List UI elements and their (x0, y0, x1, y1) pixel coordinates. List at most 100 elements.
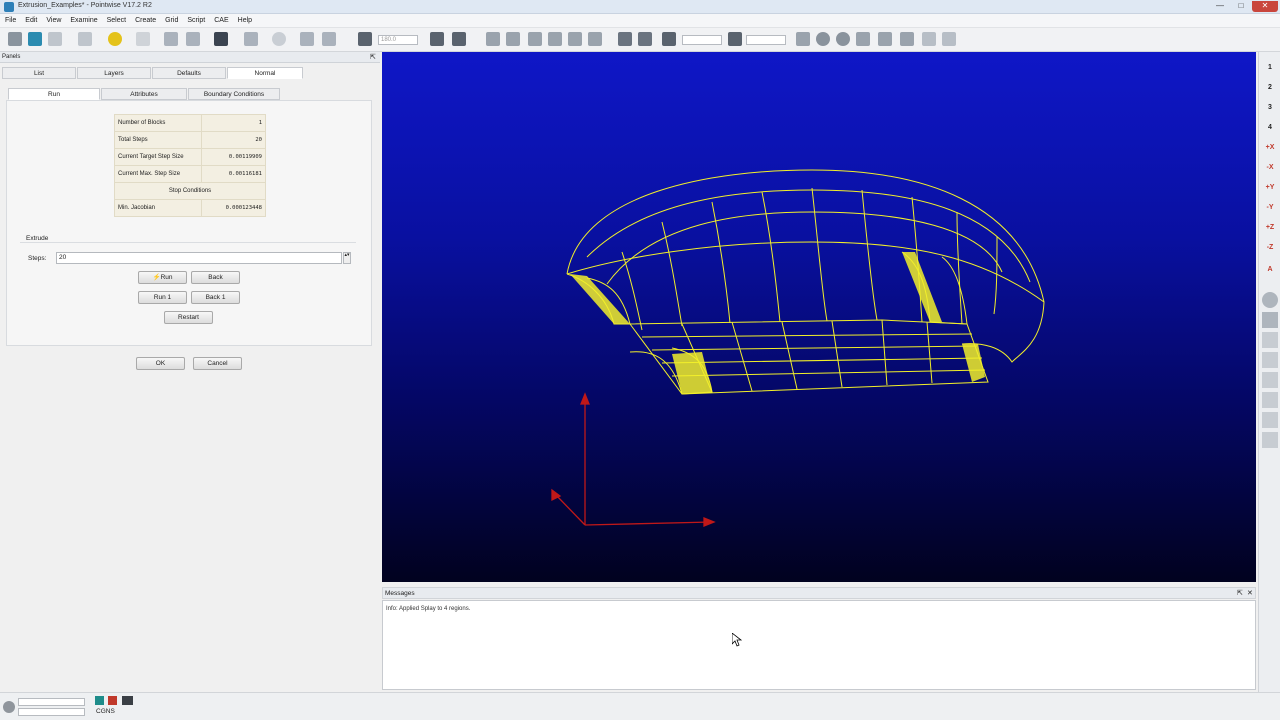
tool-icon-5[interactable] (878, 32, 892, 46)
stat-value: 0.00119909 (201, 148, 266, 166)
view-3-icon[interactable]: 3 (1262, 100, 1278, 116)
select-icon[interactable] (164, 32, 178, 46)
ok-button[interactable]: OK (136, 357, 185, 370)
pen-icon-2[interactable] (728, 32, 742, 46)
frame-icon[interactable] (358, 32, 372, 46)
menu-script[interactable]: Script (187, 17, 205, 24)
close-messages-icon[interactable]: ✕ (1247, 589, 1253, 597)
block-view-icon[interactable] (1262, 312, 1278, 328)
menu-file[interactable]: File (5, 17, 16, 24)
messages-panel[interactable]: Info: Applied Splay to 4 regions. (382, 600, 1256, 690)
view-plus-y-icon[interactable]: +Y (1262, 180, 1278, 196)
block-icon-2[interactable] (638, 32, 652, 46)
menu-help[interactable]: Help (238, 17, 252, 24)
sphere-icon[interactable] (272, 32, 286, 46)
diag-icon-3[interactable] (528, 32, 542, 46)
view-all-icon[interactable]: A (1262, 262, 1278, 278)
steps-label: Steps: (28, 255, 47, 262)
menu-create[interactable]: Create (135, 17, 156, 24)
block-icon-1[interactable] (618, 32, 632, 46)
shade-icon[interactable] (1262, 292, 1278, 308)
float-icon[interactable]: ⇱ (1237, 589, 1243, 597)
open-icon[interactable] (28, 32, 42, 46)
redo-icon[interactable] (78, 32, 92, 46)
stat-label: Number of Blocks (114, 114, 202, 132)
tab-run[interactable]: Run (8, 88, 100, 100)
solver-icon[interactable] (95, 696, 104, 705)
view-plus-z-icon[interactable]: +Z (1262, 220, 1278, 236)
tool-icon-2[interactable] (816, 32, 830, 46)
tab-boundary-conditions[interactable]: Boundary Conditions (188, 88, 280, 100)
menu-view[interactable]: View (46, 17, 61, 24)
cancel-button[interactable]: Cancel (193, 357, 242, 370)
steps-spinner[interactable]: ▴▾ (343, 252, 351, 264)
spacing-field[interactable] (682, 35, 722, 45)
steps-input[interactable]: 20 (56, 252, 342, 264)
stop-conditions-label[interactable]: Stop Conditions (114, 182, 266, 200)
console-icon[interactable] (122, 696, 133, 705)
menu-select[interactable]: Select (107, 17, 126, 24)
light-icon[interactable] (136, 32, 150, 46)
view-2-icon[interactable]: 2 (1262, 80, 1278, 96)
menu-cae[interactable]: CAE (214, 17, 228, 24)
mask-icon[interactable] (186, 32, 200, 46)
tool-icon-3[interactable] (836, 32, 850, 46)
rotate-view-icon[interactable] (1262, 392, 1278, 408)
view-minus-z-icon[interactable]: -Z (1262, 240, 1278, 256)
help-icon[interactable] (108, 32, 122, 46)
tool-icon-1[interactable] (796, 32, 810, 46)
diag-icon-4[interactable] (548, 32, 562, 46)
view-minus-x-icon[interactable]: -X (1262, 160, 1278, 176)
view-1-icon[interactable]: 1 (1262, 60, 1278, 76)
grid-icon[interactable] (300, 32, 314, 46)
tool-icon-6[interactable] (900, 32, 914, 46)
tool-icon-4[interactable] (856, 32, 870, 46)
view-icon[interactable] (322, 32, 336, 46)
diag-icon-1[interactable] (486, 32, 500, 46)
tab-defaults[interactable]: Defaults (152, 67, 226, 79)
diag-icon-6[interactable] (588, 32, 602, 46)
minimize-button[interactable]: — (1210, 1, 1230, 12)
main-toolbar: 180.0 (0, 28, 1280, 52)
back-1-button[interactable]: Back 1 (191, 291, 240, 304)
table-row: Total Steps 20 (114, 131, 266, 149)
undo-icon[interactable] (48, 32, 62, 46)
menu-edit[interactable]: Edit (25, 17, 37, 24)
view-plus-x-icon[interactable]: +X (1262, 140, 1278, 156)
diag-icon-5[interactable] (568, 32, 582, 46)
curve-icon[interactable] (244, 32, 258, 46)
run-button[interactable]: ⚡Run (138, 271, 187, 284)
maximize-button[interactable]: □ (1231, 1, 1251, 12)
table-row: Current Max. Step Size 0.00116181 (114, 165, 266, 183)
diag-icon-2[interactable] (506, 32, 520, 46)
view-minus-y-icon[interactable]: -Y (1262, 200, 1278, 216)
line-icon[interactable] (430, 32, 444, 46)
back-button[interactable]: Back (191, 271, 240, 284)
curve-view-icon[interactable] (1262, 352, 1278, 368)
tool-icon-7[interactable] (922, 32, 936, 46)
3d-viewport[interactable] (382, 52, 1256, 582)
menu-grid[interactable]: Grid (165, 17, 178, 24)
view-4-icon[interactable]: 4 (1262, 120, 1278, 136)
close-button[interactable]: ✕ (1252, 1, 1278, 12)
point-icon[interactable] (214, 32, 228, 46)
tab-attributes[interactable]: Attributes (101, 88, 187, 100)
pen-view-icon[interactable] (1262, 332, 1278, 348)
restart-button[interactable]: Restart (164, 311, 213, 324)
tab-normal[interactable]: Normal (227, 67, 303, 79)
hand-view-icon[interactable] (1262, 372, 1278, 388)
save-icon[interactable] (8, 32, 22, 46)
dim-field[interactable] (746, 35, 786, 45)
tab-list[interactable]: List (2, 67, 76, 79)
angle-field[interactable]: 180.0 (378, 35, 418, 45)
tab-layers[interactable]: Layers (77, 67, 151, 79)
tool-icon-8[interactable] (942, 32, 956, 46)
grid-view-icon[interactable] (1262, 432, 1278, 448)
run-1-button[interactable]: Run 1 (138, 291, 187, 304)
error-icon[interactable] (108, 696, 117, 705)
arc-icon[interactable] (452, 32, 466, 46)
pen-icon[interactable] (662, 32, 676, 46)
pin-icon[interactable]: ⇱ (370, 53, 376, 61)
menu-examine[interactable]: Examine (70, 17, 97, 24)
probe-view-icon[interactable] (1262, 412, 1278, 428)
